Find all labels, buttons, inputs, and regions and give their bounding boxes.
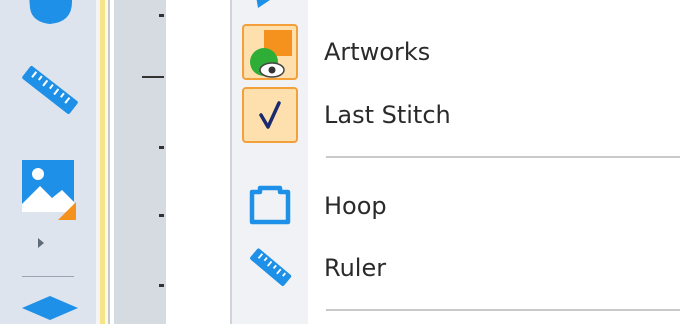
checkmark-icon: [259, 101, 281, 129]
view-menu: Artworks Last Stitch Hoop Ruler: [230, 0, 680, 324]
canvas-gap: [166, 0, 230, 324]
menu-separator: [326, 309, 680, 311]
ruler-icon: [250, 248, 292, 286]
menu-item-label: Last Stitch: [324, 101, 451, 129]
menu-item-artworks[interactable]: Artworks: [230, 24, 680, 80]
ruler-icon: [22, 66, 78, 114]
expand-arrow-icon[interactable]: [38, 238, 44, 248]
layer-icon: [22, 296, 78, 320]
image-icon: [22, 160, 76, 220]
hoop-icon: [249, 185, 291, 225]
vertical-ruler: [114, 0, 166, 324]
left-toolbar: [0, 0, 96, 324]
menu-item-last-stitch[interactable]: Last Stitch: [230, 87, 680, 143]
menu-item-label: Artworks: [324, 38, 431, 66]
hand-icon: [29, 0, 72, 24]
checked-indicator: [242, 24, 298, 80]
splitter-border: [108, 0, 110, 324]
ruler-tick: [159, 214, 164, 217]
ruler-tool-button[interactable]: [18, 62, 82, 118]
icon-slot: [242, 178, 298, 234]
menu-item-ruler[interactable]: Ruler: [230, 240, 680, 296]
artworks-icon: [250, 30, 292, 78]
insert-image-button[interactable]: [18, 156, 82, 220]
ruler-tick: [142, 76, 164, 78]
toolbar-separator: [22, 276, 74, 277]
ruler-tick: [159, 14, 164, 17]
icon-slot: [242, 240, 298, 296]
hand-tool-button[interactable]: [18, 0, 82, 38]
partial-icon: [256, 0, 270, 8]
menu-item-hoop[interactable]: Hoop: [230, 178, 680, 234]
menu-item-label: Ruler: [324, 254, 387, 282]
ruler-tick: [159, 284, 164, 287]
menu-item-label: Hoop: [324, 192, 387, 220]
layer-tool-button[interactable]: [20, 292, 80, 332]
ruler-tick: [159, 146, 164, 149]
checked-indicator: [242, 87, 298, 143]
menu-separator: [326, 156, 680, 158]
